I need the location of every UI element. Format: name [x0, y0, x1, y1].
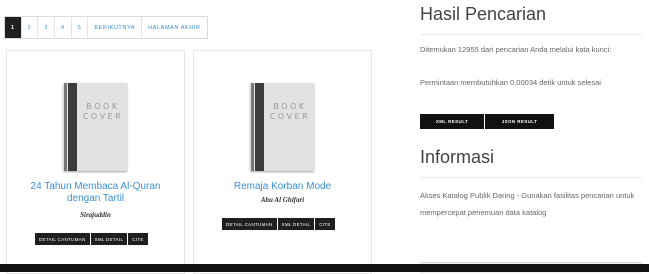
- xml-result-button[interactable]: XML RESULT: [420, 114, 484, 129]
- book-author: Abu Al Ghifari: [260, 196, 305, 204]
- xml-detail-button[interactable]: XML DETAIL: [90, 233, 128, 245]
- detail-record-button[interactable]: DETAIL CANTUMAN: [35, 233, 90, 245]
- book-title-link[interactable]: Remaja Korban Mode: [194, 181, 371, 193]
- search-found-text: Ditemukan 12955 dari pencarian Anda mela…: [420, 45, 612, 54]
- search-time-text: Permintaan membutuhkan 0.00034 detik unt…: [420, 78, 601, 87]
- cover-label: BOOK COVER: [269, 102, 311, 121]
- cite-button[interactable]: CITE: [128, 233, 148, 245]
- cover-spine: [255, 83, 264, 171]
- footer-bar: [0, 264, 649, 272]
- book-actions: DETAIL CANTUMAN XML DETAIL CITE: [35, 233, 149, 245]
- page-4-link[interactable]: 4: [55, 17, 72, 38]
- divider: [420, 34, 642, 35]
- detail-record-button[interactable]: DETAIL CANTUMAN: [222, 218, 277, 230]
- json-result-button[interactable]: JSON RESULT: [485, 114, 554, 129]
- cover-spine: [64, 83, 67, 171]
- cover-spine: [68, 83, 77, 171]
- book-actions: DETAIL CANTUMAN XML DETAIL CITE: [222, 218, 336, 230]
- search-result-heading: Hasil Pencarian: [420, 4, 547, 24]
- last-page-link[interactable]: HALAMAN AKHIR: [142, 17, 206, 38]
- page-2-link[interactable]: 2: [22, 17, 39, 38]
- book-author: Sirajuddin: [80, 211, 111, 219]
- book-cover-image[interactable]: BOOK COVER: [63, 83, 127, 171]
- cover-label: BOOK COVER: [82, 102, 124, 121]
- xml-detail-button[interactable]: XML DETAIL: [277, 218, 315, 230]
- cover-spine: [251, 83, 254, 171]
- next-page-link[interactable]: BERIKUTNYA: [88, 17, 143, 38]
- book-cover-image[interactable]: BOOK COVER: [250, 83, 314, 171]
- pagination: 1 2 3 4 5 BERIKUTNYA HALAMAN AKHIR: [4, 16, 208, 39]
- book-title-link[interactable]: 24 Tahun Membaca Al-Quran dengan Tartil: [7, 181, 184, 205]
- cite-button[interactable]: CITE: [315, 218, 335, 230]
- page-3-link[interactable]: 3: [38, 17, 56, 38]
- page-5-link[interactable]: 5: [72, 17, 89, 38]
- result-export-buttons: XML RESULT JSON RESULT: [420, 114, 555, 129]
- info-text: Akses Katalog Publik Daring - Gunakan fa…: [420, 191, 635, 217]
- divider: [420, 177, 642, 178]
- info-heading: Informasi: [420, 147, 495, 167]
- page-1-link[interactable]: 1: [5, 17, 22, 38]
- book-card: BOOK COVER Remaja Korban Mode Abu Al Ghi…: [193, 50, 372, 274]
- book-card: BOOK COVER 24 Tahun Membaca Al-Quran den…: [6, 50, 185, 274]
